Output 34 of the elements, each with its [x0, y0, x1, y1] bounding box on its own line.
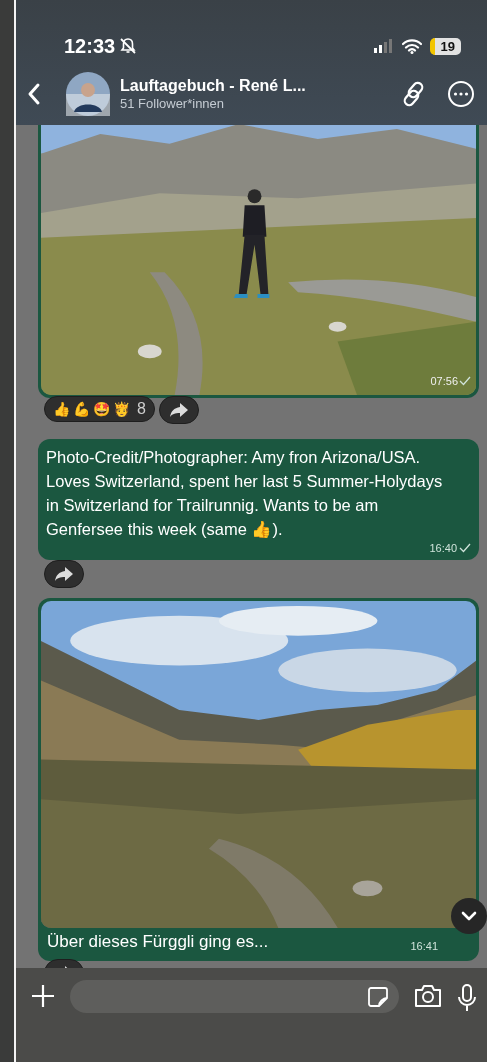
message-input-field[interactable] [70, 980, 399, 1013]
timestamp: 07:56 [430, 375, 458, 387]
forward-button[interactable] [44, 560, 84, 588]
camera-icon[interactable] [413, 983, 443, 1009]
check-icon [459, 376, 471, 386]
sticker-icon[interactable] [367, 985, 389, 1008]
reactions-pill[interactable]: 👍 💪 🤩 🫅 8 [44, 396, 155, 422]
chevron-down-icon [461, 911, 477, 921]
more-icon[interactable] [447, 80, 475, 108]
signal-icon [373, 39, 394, 53]
plus-icon[interactable] [30, 983, 56, 1009]
check-icon [459, 542, 471, 553]
reaction-emoji: 👍 [53, 401, 70, 417]
timestamp: 16:40 [429, 541, 457, 554]
share-arrow-icon [168, 402, 189, 418]
message-text: Photo-Credit/Photographer: Amy fron Arizona/USA. Loves Switzerland, spent her last 5 Summer-Holydays in Switzerland for Trailrunnig. Wants to be am Genfersee this week (same 👍). [46, 447, 444, 540]
timestamp: 16:41 [410, 940, 438, 952]
avatar [66, 72, 110, 116]
wifi-icon [401, 38, 422, 54]
muted-bell-icon [119, 37, 138, 55]
reaction-emoji: 🤩 [93, 401, 110, 417]
channel-name: Lauftagebuch - René L... [120, 77, 307, 95]
reaction-emoji: 💪 [73, 401, 90, 417]
scroll-down-button[interactable] [451, 898, 487, 934]
caption-text: Über dieses Fürggli ging es... [47, 932, 269, 952]
reaction-count: 8 [137, 400, 146, 418]
battery-indicator: 19 [429, 37, 461, 55]
share-arrow-icon [54, 566, 74, 582]
forward-button[interactable] [158, 396, 199, 424]
microphone-icon[interactable] [457, 983, 477, 1013]
back-icon[interactable] [26, 82, 42, 106]
follower-count: 51 Follower*innen [120, 96, 226, 111]
reaction-emoji: 🫅 [113, 401, 130, 417]
clock-time: 12:33 [64, 34, 116, 58]
